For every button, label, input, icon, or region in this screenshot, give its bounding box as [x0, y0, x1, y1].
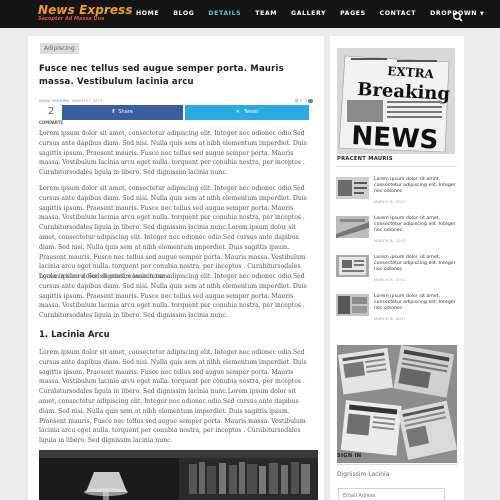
signin-label: Dignissim Lacinia [337, 471, 390, 478]
post-excerpt[interactable]: Lorem ipsum dolor sit amet, consectetur … [374, 255, 458, 273]
post-excerpt[interactable]: Lorem ipsum dolor sit amet, consectetur … [374, 216, 458, 234]
post-date: MARCH 8, 2017 [374, 316, 407, 321]
article-paragraph-2: Lorem ipsum dolor sit amet, consectetur … [39, 185, 307, 281]
search-icon[interactable] [452, 8, 464, 22]
author-link[interactable]: MARIA VENTURA [39, 99, 69, 103]
post-thumbnail[interactable] [336, 294, 369, 316]
newspaper-collage-image [337, 345, 457, 463]
article-title: Fusce nec tellus sed augue semper porta.… [39, 64, 284, 87]
nav-item-contact[interactable]: CONTACT [380, 0, 416, 28]
article-date: MARCH 27, 2017 [71, 99, 103, 103]
shares-count: 2 [47, 106, 55, 117]
nav-item-home[interactable]: HOME [136, 0, 159, 28]
article-meta: MARIA VENTURA MARCH 27, 2017 👁 0 3 [39, 97, 315, 105]
article-paragraph-4: Lorem ipsum dolor sit amet, consectetur … [39, 349, 307, 445]
breaking-news-image: EXTRA Breaking NEWS [337, 48, 455, 154]
post-excerpt[interactable]: Lorem ipsum dolor sit amet, consectetur … [374, 294, 458, 312]
facebook-icon: f [112, 109, 115, 115]
sidebar: EXTRA Breaking NEWS PRACENT MAURIS Lorem… [330, 36, 464, 500]
twitter-share-button[interactable]: ✕ Tweet [185, 105, 309, 120]
facebook-share-button[interactable]: f Share [62, 105, 183, 120]
logo-title: News Express [38, 3, 133, 17]
eye-icon: 👁 [294, 99, 299, 103]
section-divider [337, 464, 457, 465]
article-subheading: 1. Lacinia Arcu [39, 330, 110, 340]
article-paragraph-3: Lorem ipsum dolor sit amet, consectetur … [39, 273, 307, 320]
post-thumbnail[interactable] [336, 216, 369, 238]
recent-post[interactable]: Lorem ipsum dolor sit amet, consectetur … [336, 292, 458, 324]
nav-item-blog[interactable]: BLOG [173, 0, 194, 28]
logo-tagline: Secopter Ad Massa Una [38, 16, 105, 22]
twitter-icon: ✕ [235, 109, 240, 115]
post-date: MARCH 8, 2017 [374, 199, 407, 204]
article-column: Adipiscing Fusce nec tellus sed augue se… [28, 36, 324, 500]
recent-post[interactable]: Lorem ipsum dolor sit amet, consectetur … [336, 175, 458, 207]
signin-heading: SIGN IN [337, 453, 362, 459]
post-thumbnail[interactable] [336, 255, 369, 277]
email-field[interactable] [338, 488, 445, 500]
article-image [39, 450, 318, 500]
twitter-share-label: Tweet [243, 109, 259, 115]
facebook-share-label: Share [118, 109, 133, 115]
comment-icon[interactable] [308, 99, 313, 103]
top-navbar: News Express Secopter Ad Massa Una HOME … [0, 0, 500, 28]
post-date: MARCH 8, 2017 [374, 238, 407, 243]
post-excerpt[interactable]: Lorem ipsum dolor sit amet, consectetur … [374, 177, 458, 195]
post-thumbnail[interactable] [336, 177, 369, 199]
nav-item-gallery[interactable]: GALLERY [291, 0, 326, 28]
article-paragraph-1: Lorem ipsum dolor sit amet, consectetur … [39, 130, 307, 177]
main-nav: HOME BLOG DETAILS TEAM GALLERY PAGES CON… [136, 0, 498, 28]
section-divider [337, 166, 457, 167]
nav-item-team[interactable]: TEAM [255, 0, 277, 28]
shares-label: COMPARTE [38, 120, 64, 125]
views-count: 0 [300, 99, 303, 103]
recent-post[interactable]: Lorem ipsum dolor sit amet, consectetur … [336, 253, 458, 285]
nav-item-pages[interactable]: PAGES [340, 0, 366, 28]
article-stats: 👁 0 3 [294, 97, 313, 105]
news-word-news: NEWS [351, 121, 439, 154]
recent-post[interactable]: Lorem ipsum dolor sit amet, consectetur … [336, 214, 458, 246]
site-logo[interactable]: News Express Secopter Ad Massa Una [38, 4, 133, 23]
recent-posts-heading: PRACENT MAURIS [337, 156, 393, 162]
post-date: MARCH 8, 2017 [374, 277, 407, 282]
category-tag[interactable]: Adipiscing [40, 43, 79, 54]
chevron-down-icon: ▼ [480, 11, 485, 17]
nav-item-details[interactable]: DETAILS [208, 0, 241, 28]
comments-count: 3 [304, 99, 307, 103]
